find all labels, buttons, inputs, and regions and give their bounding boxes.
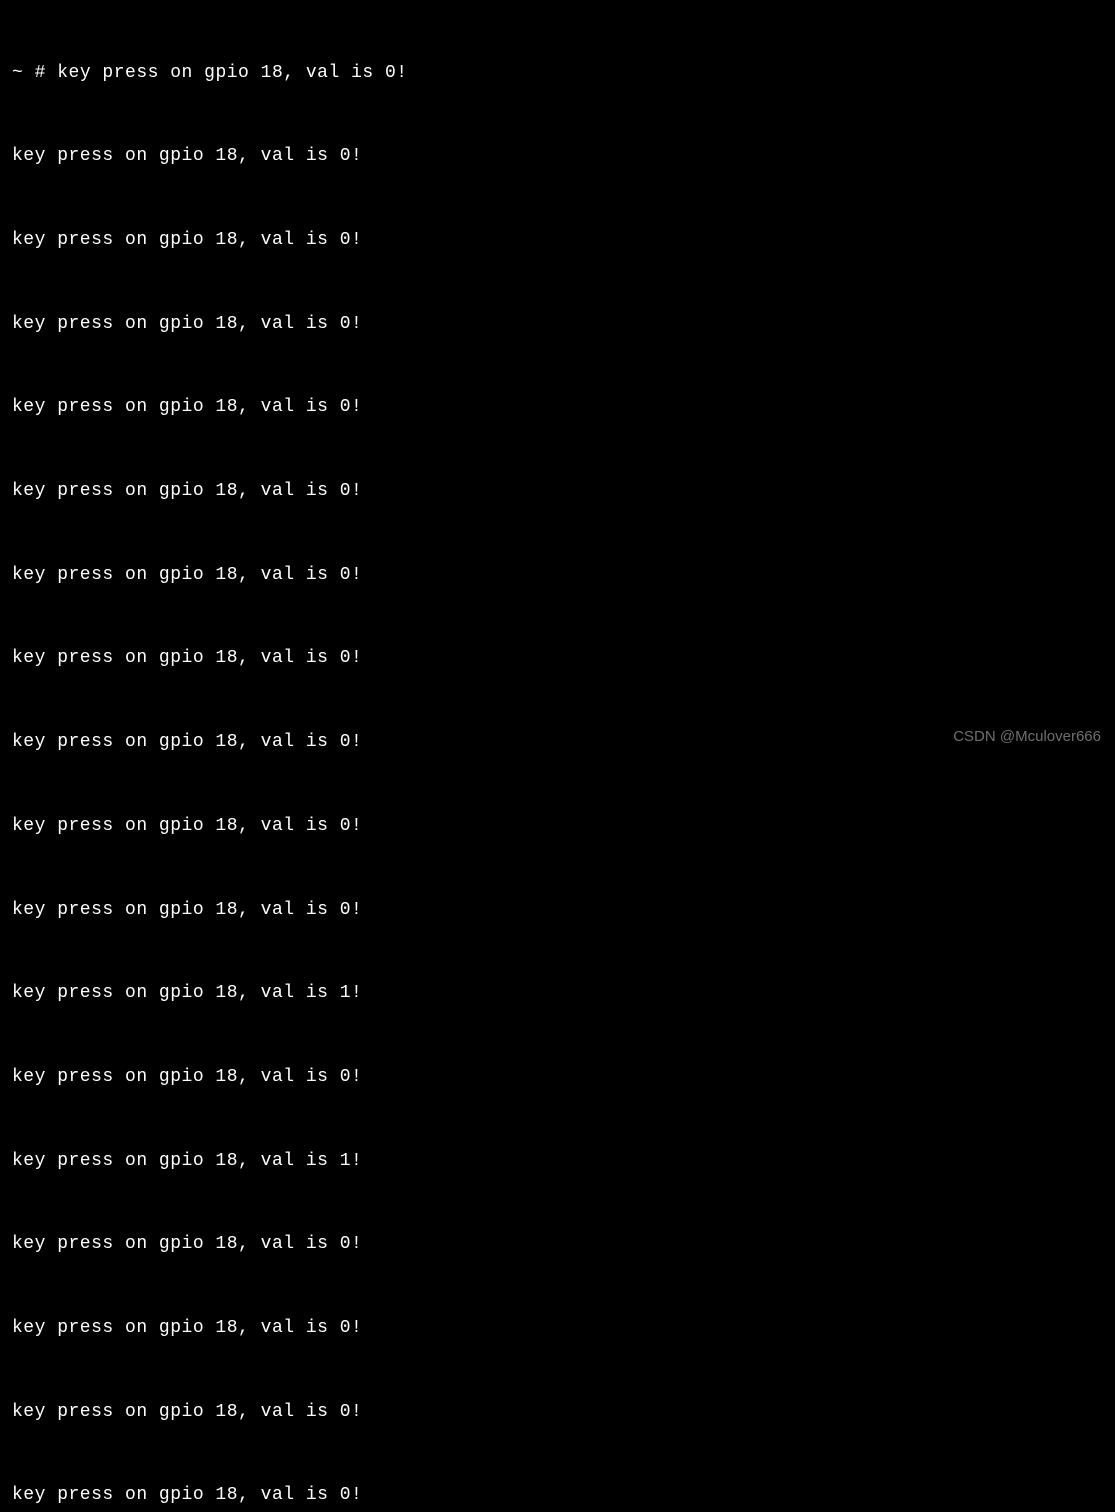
terminal-output-line: key press on gpio 18, val is 0!	[12, 1064, 1115, 1092]
shell-prompt: ~ #	[12, 63, 57, 83]
terminal-output-line: key press on gpio 18, val is 0!	[12, 1399, 1115, 1427]
terminal-command-line: ~ # key press on gpio 18, val is 0!	[12, 60, 1115, 88]
terminal-output-line: key press on gpio 18, val is 0!	[12, 1315, 1115, 1343]
terminal-output-line: key press on gpio 18, val is 0!	[12, 227, 1115, 255]
terminal-output-line: key press on gpio 18, val is 0!	[12, 645, 1115, 673]
terminal-output-line: key press on gpio 18, val is 0!	[12, 478, 1115, 506]
terminal-output-line: key press on gpio 18, val is 1!	[12, 1148, 1115, 1176]
shell-command: key press on gpio 18, val is 0!	[57, 63, 407, 83]
watermark-text: CSDN @Mculover666	[953, 725, 1101, 748]
terminal-output-line: key press on gpio 18, val is 0!	[12, 562, 1115, 590]
terminal-output-line: key press on gpio 18, val is 1!	[12, 980, 1115, 1008]
terminal-output-line: key press on gpio 18, val is 0!	[12, 143, 1115, 171]
terminal-output-line: key press on gpio 18, val is 0!	[12, 311, 1115, 339]
terminal-output[interactable]: ~ # key press on gpio 18, val is 0! key …	[12, 4, 1115, 1512]
terminal-output-line: key press on gpio 18, val is 0!	[12, 394, 1115, 422]
terminal-output-line: key press on gpio 18, val is 0!	[12, 1231, 1115, 1259]
terminal-output-line: key press on gpio 18, val is 0!	[12, 1482, 1115, 1510]
terminal-output-line: key press on gpio 18, val is 0!	[12, 813, 1115, 841]
terminal-output-line: key press on gpio 18, val is 0!	[12, 897, 1115, 925]
terminal-output-line: key press on gpio 18, val is 0!	[12, 729, 1115, 757]
